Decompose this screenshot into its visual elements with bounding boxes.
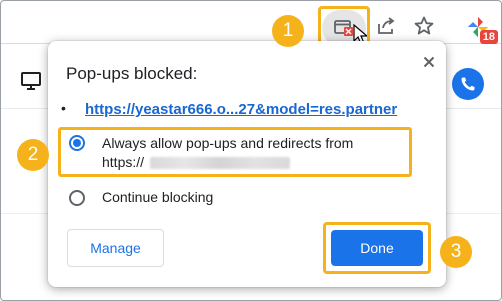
screenshot-frame: [0, 0, 502, 301]
